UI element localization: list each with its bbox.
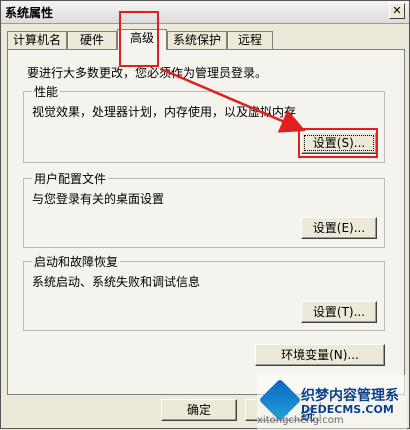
site-watermark: 织梦内容管理系统 DEDECMS.COM xitongcheng.com [257,375,407,429]
watermark-line3: xitongcheng.com [257,415,344,426]
annotation-arrow [160,67,306,133]
system-properties-window: 系统属性 ✕ 计算机名 硬件 高级 系统保护 远程 要进行大多数更改，您必须作为… [0,0,410,429]
